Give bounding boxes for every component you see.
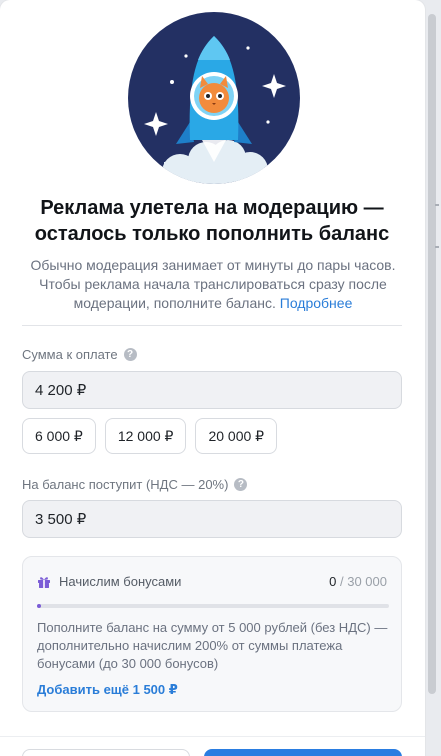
bonus-card: Начислим бонусами 0 / 30 000 Пополните б… xyxy=(22,556,402,712)
modal-title: Реклама улетела на модерацию — осталось … xyxy=(34,197,390,245)
bonus-progress-fill xyxy=(37,604,41,608)
bonus-title: Начислим бонусами xyxy=(59,574,182,589)
primary-button[interactable] xyxy=(204,749,402,756)
scrollbar[interactable] xyxy=(428,14,436,694)
preset-chip-12000[interactable]: 12 000 ₽ xyxy=(104,418,187,454)
question-icon[interactable]: ? xyxy=(123,348,137,361)
cat-in-rocket-icon xyxy=(144,36,286,184)
balance-amount-value: 3 500 ₽ xyxy=(35,511,87,528)
bonus-progress-bar xyxy=(37,604,389,608)
bonus-max: / 30 000 xyxy=(340,574,387,589)
bonus-counter: 0 / 30 000 xyxy=(329,574,387,589)
edge-marker xyxy=(435,204,439,206)
preset-chip-20000[interactable]: 20 000 ₽ xyxy=(195,418,278,454)
question-icon[interactable]: ? xyxy=(234,478,248,491)
bonus-description: Пополните баланс на сумму от 5 000 рубле… xyxy=(37,620,388,671)
preset-chip-6000[interactable]: 6 000 ₽ xyxy=(22,418,96,454)
footer-divider xyxy=(0,736,425,737)
modal-subtitle: Обычно модерация занимает от минуты до п… xyxy=(22,256,404,313)
rocket-illustration xyxy=(128,12,300,184)
balance-label: На баланс поступит (НДС — 20%) ? xyxy=(22,477,248,492)
balance-label-text: На баланс поступит (НДС — 20%) xyxy=(22,477,229,492)
divider xyxy=(22,325,402,326)
edge-marker xyxy=(435,246,439,248)
gift-icon xyxy=(38,576,50,588)
payment-amount-input[interactable]: 4 200 ₽ xyxy=(22,371,402,409)
balance-amount-input[interactable]: 3 500 ₽ xyxy=(22,500,402,538)
payment-label-text: Сумма к оплате xyxy=(22,347,118,362)
secondary-button[interactable] xyxy=(22,749,190,756)
add-more-link[interactable]: Добавить ещё 1 500 ₽ xyxy=(37,682,178,698)
more-info-link[interactable]: Подробнее xyxy=(280,295,353,311)
top-up-modal: Реклама улетела на модерацию — осталось … xyxy=(0,0,425,756)
payment-amount-label: Сумма к оплате ? xyxy=(22,347,137,362)
bonus-header: Начислим бонусами xyxy=(37,574,181,589)
amount-presets: 6 000 ₽ 12 000 ₽ 20 000 ₽ xyxy=(22,418,278,454)
bonus-current: 0 xyxy=(329,574,337,589)
payment-amount-value: 4 200 ₽ xyxy=(35,382,87,399)
